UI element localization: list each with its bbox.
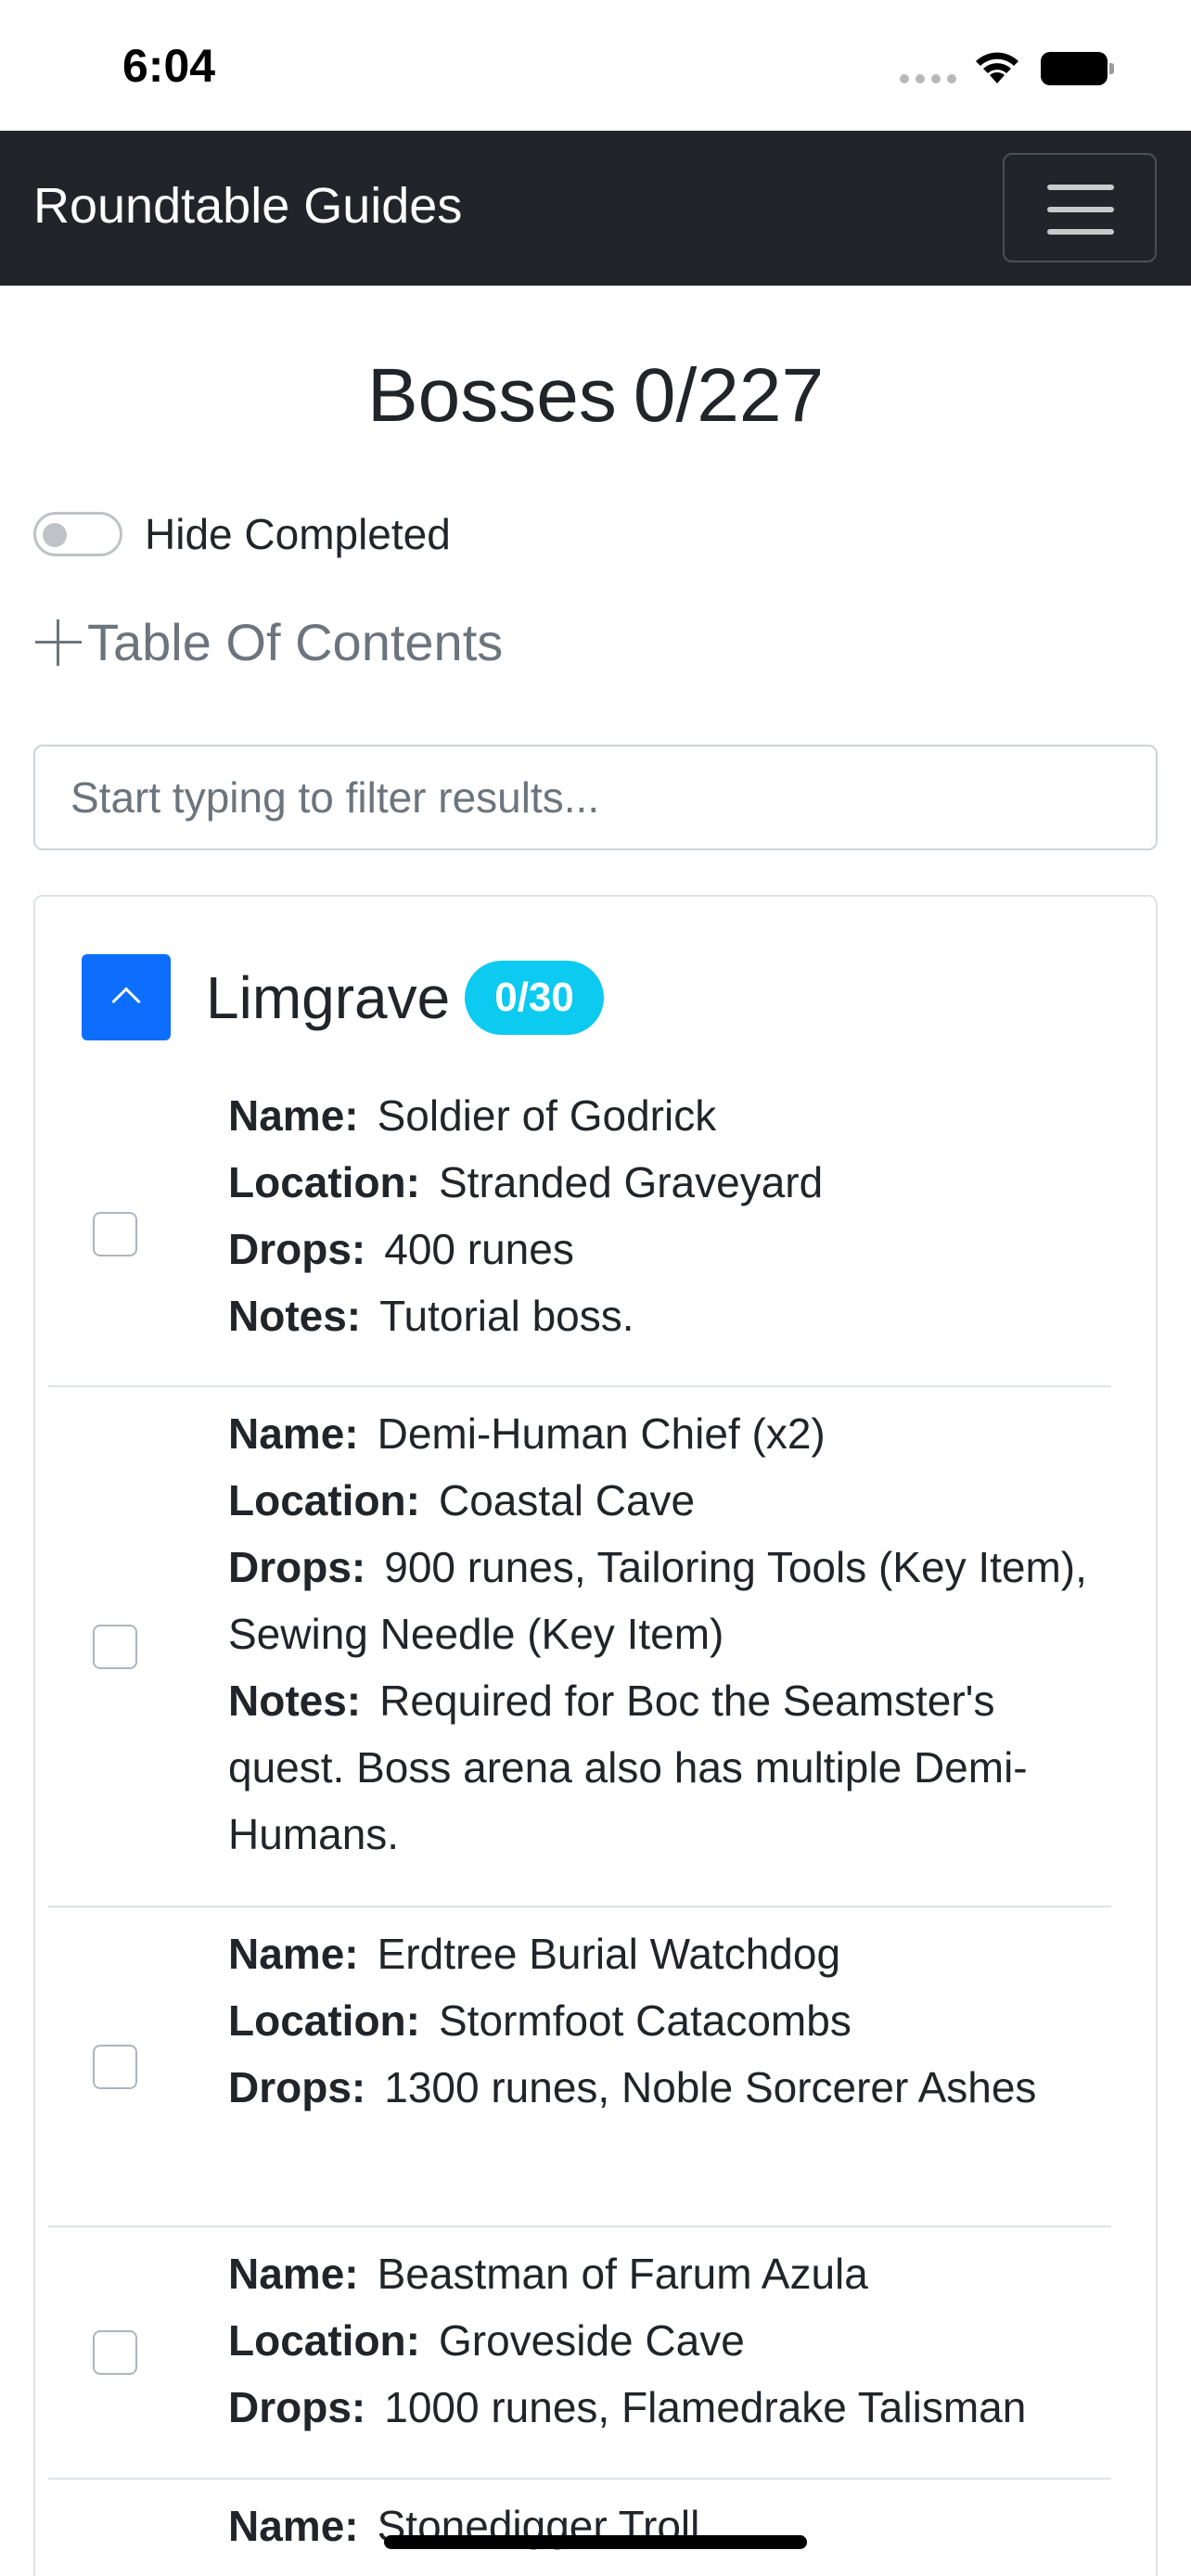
hide-completed-toggle[interactable] — [33, 512, 122, 556]
menu-toggle-button[interactable] — [1003, 153, 1157, 262]
location-label: Location: — [228, 1158, 420, 1206]
status-bar: 6:04 — [0, 0, 1191, 131]
boss-drops: 400 runes — [384, 1225, 574, 1273]
drops-label: Drops: — [228, 1225, 366, 1273]
drops-label: Drops: — [228, 2063, 366, 2111]
drops-label: Drops: — [228, 2383, 366, 2431]
battery-icon — [1041, 52, 1115, 85]
section-title: Limgrave — [206, 963, 451, 1031]
boss-name: Demi-Human Chief (x2) — [377, 1409, 826, 1458]
filter-input[interactable] — [33, 745, 1158, 850]
name-label: Name: — [228, 1409, 359, 1458]
location-label: Location: — [228, 1476, 420, 1524]
boss-complete-checkbox[interactable] — [93, 1624, 137, 1669]
list-item: Name: Beastman of Farum Azula Location: Gr… — [48, 2227, 1111, 2480]
location-label: Location: — [228, 2316, 420, 2365]
notes-label: Notes: — [228, 1292, 362, 1340]
hide-completed-row: Hide Completed — [33, 508, 451, 560]
drops-label: Drops: — [228, 1543, 366, 1591]
status-time: 6:04 — [122, 40, 216, 92]
boss-notes: Tutorial boss. — [379, 1292, 634, 1340]
boss-location: Coastal Cave — [438, 1476, 696, 1524]
navbar-brand[interactable]: Roundtable Guides — [33, 177, 462, 235]
name-label: Name: — [228, 2250, 359, 2298]
boss-name: Erdtree Burial Watchdog — [377, 1930, 841, 1978]
list-item: Name: Stonedigger Troll — [48, 2480, 1111, 2576]
boss-complete-checkbox[interactable] — [93, 2044, 137, 2089]
boss-location: Groveside Cave — [438, 2316, 745, 2365]
hamburger-icon — [1047, 185, 1114, 190]
list-item: Name: Erdtree Burial Watchdog Location: St… — [48, 1907, 1111, 2227]
home-indicator — [384, 2535, 807, 2549]
plus-icon — [33, 618, 83, 668]
navbar: Roundtable Guides — [0, 131, 1191, 286]
section-progress-badge: 0/30 — [465, 960, 604, 1035]
boss-name: Beastman of Farum Azula — [377, 2250, 868, 2298]
chevron-up-icon — [111, 987, 141, 1016]
name-label: Name: — [228, 2502, 359, 2550]
boss-location: Stormfoot Catacombs — [438, 1996, 852, 2045]
page-title-text: Bosses — [366, 353, 617, 438]
boss-name: Soldier of Godrick — [377, 1091, 717, 1140]
page-title: Bosses 0/227 — [0, 352, 1191, 440]
section-header: Limgrave 0/30 — [82, 954, 604, 1040]
table-of-contents-toggle[interactable]: Table Of Contents — [33, 612, 503, 672]
boss-location: Stranded Graveyard — [438, 1158, 824, 1206]
notes-label: Notes: — [228, 1677, 362, 1725]
boss-progress-count: 0/227 — [633, 353, 825, 438]
limgrave-section-card: Limgrave 0/30 Name: Soldier of Godrick Lo… — [33, 895, 1158, 2576]
wifi-icon — [976, 52, 1018, 83]
boss-complete-checkbox[interactable] — [93, 1211, 137, 1256]
location-label: Location: — [228, 1996, 420, 2045]
collapse-section-button[interactable] — [82, 954, 171, 1040]
boss-drops: 1000 runes, Flamedrake Talisman — [384, 2383, 1027, 2431]
list-item: Name: Demi-Human Chief (x2) Location: Coas… — [48, 1387, 1111, 1907]
table-of-contents-label: Table Of Contents — [87, 613, 504, 671]
cellular-signal-icon — [900, 74, 957, 83]
list-item: Name: Soldier of Godrick Location: Strande… — [48, 1082, 1111, 1387]
boss-list: Name: Soldier of Godrick Location: Strande… — [48, 1082, 1111, 2576]
hide-completed-label: Hide Completed — [145, 510, 451, 558]
boss-drops: 1300 runes, Noble Sorcerer Ashes — [384, 2063, 1037, 2111]
name-label: Name: — [228, 1930, 359, 1978]
name-label: Name: — [228, 1091, 359, 1140]
boss-complete-checkbox[interactable] — [93, 2330, 137, 2375]
